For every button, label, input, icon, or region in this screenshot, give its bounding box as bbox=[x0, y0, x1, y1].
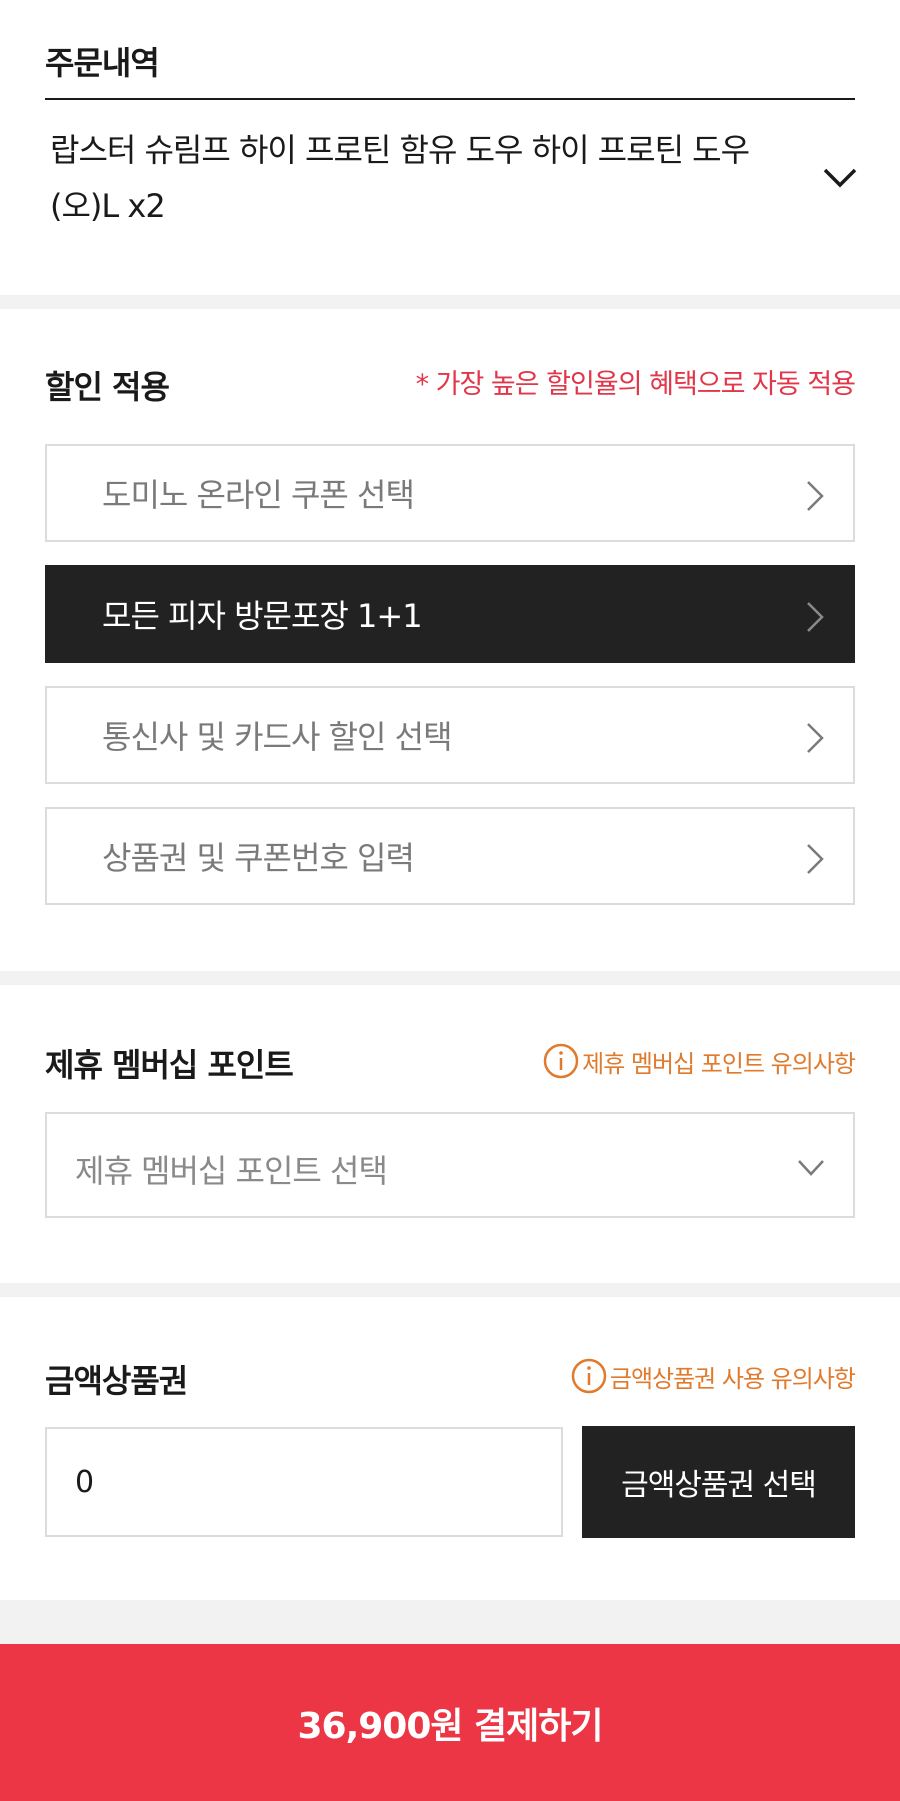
section-gap bbox=[0, 1283, 900, 1297]
section-gap bbox=[0, 971, 900, 985]
takeout-promo-label: 모든 피자 방문포장 1+1 bbox=[102, 597, 423, 635]
info-icon bbox=[571, 1358, 607, 1394]
carrier-card-discount-button[interactable]: 통신사 및 카드사 할인 선택 bbox=[45, 686, 855, 784]
order-item-text: 랍스터 슈림프 하이 프로틴 함유 도우 하이 프로틴 도우(오)L x2 bbox=[50, 131, 750, 225]
chevron-right-icon bbox=[807, 844, 824, 874]
order-title: 주문내역 bbox=[45, 44, 160, 82]
section-gap bbox=[0, 1600, 900, 1644]
section-gap bbox=[0, 295, 900, 309]
gift-card-amount-input[interactable] bbox=[45, 1427, 563, 1537]
online-coupon-label: 도미노 온라인 쿠폰 선택 bbox=[102, 476, 415, 514]
chevron-right-icon bbox=[807, 481, 824, 511]
membership-notice-link[interactable]: 제휴 멤버십 포인트 유의사항 bbox=[542, 1042, 856, 1080]
chevron-down-icon bbox=[798, 1160, 824, 1176]
takeout-promo-button[interactable]: 모든 피자 방문포장 1+1 bbox=[45, 565, 855, 663]
voucher-code-label: 상품권 및 쿠폰번호 입력 bbox=[102, 839, 415, 877]
gift-card-title: 금액상품권 bbox=[45, 1362, 188, 1400]
gift-card-select-button[interactable]: 금액상품권 선택 bbox=[582, 1426, 855, 1538]
voucher-code-button[interactable]: 상품권 및 쿠폰번호 입력 bbox=[45, 807, 855, 905]
gift-card-notice-label: 금액상품권 사용 유의사항 bbox=[609, 1364, 856, 1393]
discount-auto-apply-note: * 가장 높은 할인율의 혜택으로 자동 적용 bbox=[415, 369, 856, 400]
chevron-right-icon bbox=[807, 723, 824, 753]
membership-point-select[interactable]: 제휴 멤버십 포인트 선택 bbox=[45, 1112, 855, 1218]
membership-point-placeholder: 제휴 멤버십 포인트 선택 bbox=[75, 1152, 388, 1190]
gift-card-notice-link[interactable]: 금액상품권 사용 유의사항 bbox=[570, 1357, 856, 1395]
discount-title: 할인 적용 bbox=[45, 368, 170, 406]
chevron-right-icon bbox=[807, 602, 824, 632]
membership-title: 제휴 멤버십 포인트 bbox=[45, 1046, 294, 1084]
order-section: 주문내역 랍스터 슈림프 하이 프로틴 함유 도우 하이 프로틴 도우(오)L … bbox=[0, 0, 900, 295]
info-icon bbox=[543, 1043, 579, 1079]
chevron-down-icon[interactable] bbox=[822, 166, 858, 190]
checkout-page: 주문내역 랍스터 슈림프 하이 프로틴 함유 도우 하이 프로틴 도우(오)L … bbox=[0, 0, 900, 1801]
carrier-card-discount-label: 통신사 및 카드사 할인 선택 bbox=[102, 718, 453, 756]
pay-button[interactable]: 36,900원 결제하기 bbox=[0, 1644, 900, 1801]
online-coupon-button[interactable]: 도미노 온라인 쿠폰 선택 bbox=[45, 444, 855, 542]
order-divider bbox=[45, 98, 855, 100]
membership-notice-label: 제휴 멤버십 포인트 유의사항 bbox=[582, 1049, 856, 1078]
